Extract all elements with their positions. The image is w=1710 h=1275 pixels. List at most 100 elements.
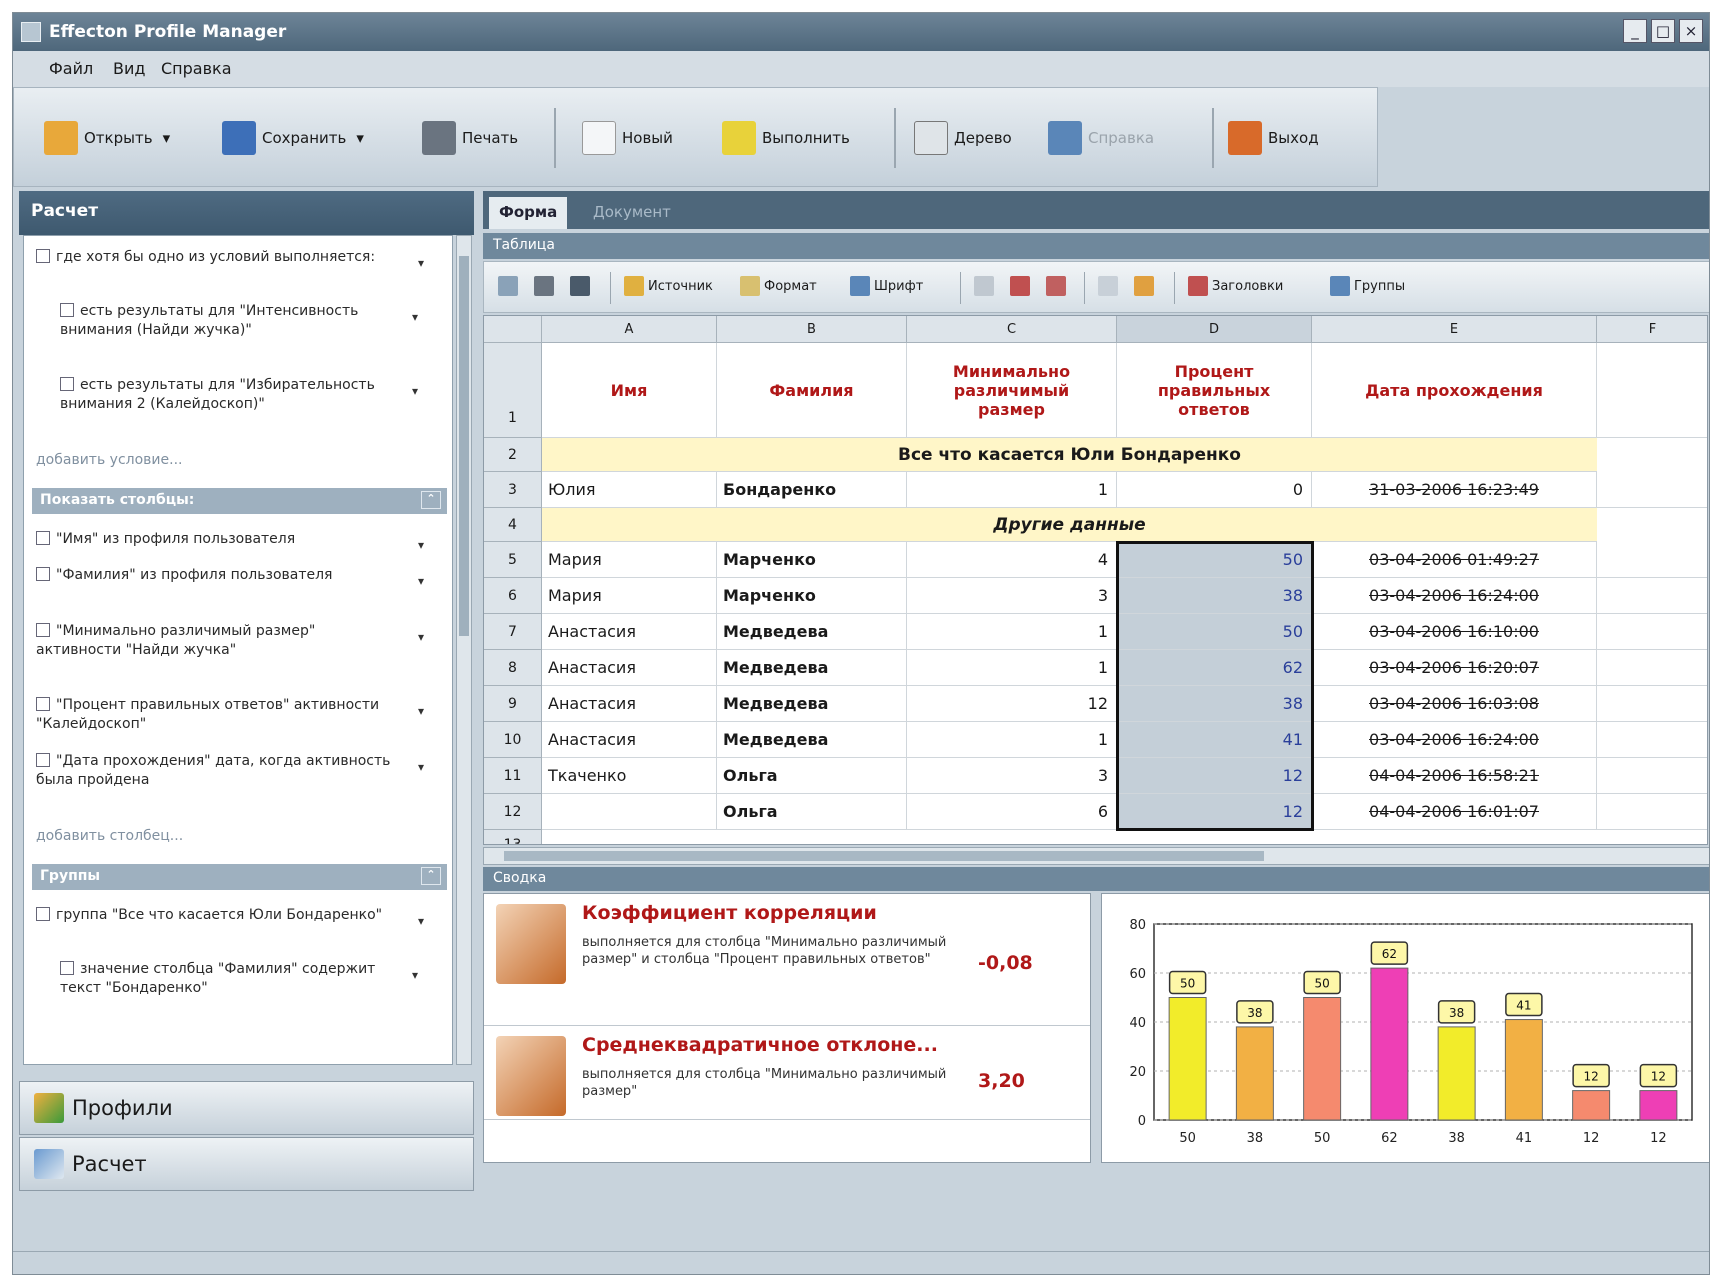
- cell-name[interactable]: Мария: [542, 578, 717, 614]
- chevron-down-icon[interactable]: ▾: [418, 536, 424, 555]
- cell-name[interactable]: [542, 794, 717, 830]
- tab-form[interactable]: Форма: [489, 197, 568, 229]
- add-condition-link[interactable]: добавить условие...: [36, 452, 182, 468]
- grid-cell[interactable]: [1597, 686, 1707, 722]
- menu-help[interactable]: Справка: [161, 59, 232, 78]
- collapse-toggle-icon[interactable]: [36, 907, 50, 921]
- cell-size[interactable]: 3: [907, 578, 1117, 614]
- cell-date[interactable]: 31-03-2006 16:23:49: [1312, 472, 1597, 508]
- close-button[interactable]: ×: [1679, 19, 1703, 43]
- cell-surname[interactable]: Медведева: [717, 722, 907, 758]
- font-button[interactable]: Шрифт: [850, 276, 923, 296]
- col-header-a[interactable]: A: [542, 316, 717, 343]
- collapse-toggle-icon[interactable]: [36, 249, 50, 263]
- row-header[interactable]: 6: [484, 578, 542, 614]
- row-header[interactable]: 8: [484, 650, 542, 686]
- condition-item[interactable]: есть результаты для "Избирательность вни…: [60, 376, 418, 414]
- collapse-toggle-icon[interactable]: [36, 697, 50, 711]
- cell-surname[interactable]: Медведева: [717, 650, 907, 686]
- run-button[interactable]: Выполнить: [722, 118, 850, 158]
- group-row-1[interactable]: Все что касается Юли Бондаренко: [542, 438, 1597, 472]
- menu-view[interactable]: Вид: [113, 59, 145, 78]
- cell-date[interactable]: 04-04-2006 16:01:07: [1312, 794, 1597, 830]
- format-button[interactable]: Формат: [740, 276, 817, 296]
- delete-row-button[interactable]: [1046, 276, 1070, 296]
- copy-button[interactable]: [498, 276, 522, 296]
- cut-button[interactable]: [534, 276, 558, 296]
- cell-percent[interactable]: 12: [1117, 758, 1312, 794]
- cell-percent[interactable]: 38: [1117, 686, 1312, 722]
- chevron-down-icon[interactable]: ▾: [418, 254, 424, 273]
- cell-date[interactable]: 03-04-2006 16:03:08: [1312, 686, 1597, 722]
- cell-percent[interactable]: 0: [1117, 472, 1312, 508]
- chevron-down-icon[interactable]: ▾: [418, 572, 424, 591]
- cell-size[interactable]: 3: [907, 758, 1117, 794]
- cell-date[interactable]: 03-04-2006 16:24:00: [1312, 578, 1597, 614]
- cell-name[interactable]: Юлия: [542, 472, 717, 508]
- collapse-icon[interactable]: ⌃: [421, 867, 441, 885]
- header-cell-size[interactable]: Минимально различимый размер: [907, 343, 1117, 438]
- cell-size[interactable]: 1: [907, 614, 1117, 650]
- collapse-toggle-icon[interactable]: [60, 303, 74, 317]
- cell-date[interactable]: 03-04-2006 01:49:27: [1312, 542, 1597, 578]
- add-column-link[interactable]: добавить столбец...: [36, 828, 183, 844]
- cell-name[interactable]: Мария: [542, 542, 717, 578]
- collapse-icon[interactable]: ⌃: [421, 491, 441, 509]
- tree-button[interactable]: Дерево: [914, 118, 1012, 158]
- cell-surname[interactable]: Марченко: [717, 578, 907, 614]
- cell-name[interactable]: Анастасия: [542, 686, 717, 722]
- groups-button[interactable]: Группы: [1330, 276, 1405, 296]
- row-header[interactable]: 1: [484, 343, 542, 438]
- insert-column-button[interactable]: [974, 276, 998, 296]
- grid-cell[interactable]: [1597, 758, 1707, 794]
- new-button[interactable]: Новый: [582, 118, 673, 158]
- grid-cell[interactable]: [1597, 794, 1707, 830]
- chevron-down-icon[interactable]: ▾: [418, 628, 424, 647]
- cell-name[interactable]: Анастасия: [542, 722, 717, 758]
- column-item[interactable]: "Имя" из профиля пользователя ▾: [36, 530, 424, 552]
- column-item[interactable]: "Дата прохождения" дата, когда активност…: [36, 752, 424, 790]
- cell-percent[interactable]: 41: [1117, 722, 1312, 758]
- col-header-c[interactable]: C: [907, 316, 1117, 343]
- condition-item[interactable]: есть результаты для "Интенсивность внима…: [60, 302, 418, 340]
- chevron-down-icon[interactable]: ▾: [418, 702, 424, 721]
- delete-column-button[interactable]: [1010, 276, 1034, 296]
- row-header[interactable]: 5: [484, 542, 542, 578]
- cell-size[interactable]: 6: [907, 794, 1117, 830]
- source-button[interactable]: Источник: [624, 276, 713, 296]
- open-button[interactable]: Открыть ▾: [44, 118, 170, 158]
- condition-item[interactable]: где хотя бы одно из условий выполняется:…: [36, 248, 424, 270]
- col-header-b[interactable]: B: [717, 316, 907, 343]
- exit-button[interactable]: Выход: [1228, 118, 1319, 158]
- cell-surname[interactable]: Ольга: [717, 794, 907, 830]
- cell-surname[interactable]: Ольга: [717, 758, 907, 794]
- corner-cell[interactable]: [484, 316, 542, 343]
- cell-size[interactable]: 1: [907, 722, 1117, 758]
- paste-button[interactable]: [570, 276, 594, 296]
- column-item[interactable]: "Фамилия" из профиля пользователя ▾: [36, 566, 424, 588]
- collapse-toggle-icon[interactable]: [36, 623, 50, 637]
- cell-date[interactable]: 03-04-2006 16:10:00: [1312, 614, 1597, 650]
- cell-date[interactable]: 04-04-2006 16:58:21: [1312, 758, 1597, 794]
- group-item[interactable]: группа "Все что касается Юли Бондаренко"…: [36, 906, 424, 928]
- grid-cell[interactable]: [1597, 343, 1707, 438]
- grid-cell[interactable]: [1597, 578, 1707, 614]
- cell-percent[interactable]: 50: [1117, 614, 1312, 650]
- grid-cell[interactable]: [1597, 614, 1707, 650]
- cell-date[interactable]: 03-04-2006 16:24:00: [1312, 722, 1597, 758]
- left-panel-scrollbar[interactable]: [456, 235, 472, 1065]
- row-header[interactable]: 13: [484, 830, 542, 844]
- col-header-d[interactable]: D: [1117, 316, 1312, 343]
- row-header[interactable]: 9: [484, 686, 542, 722]
- scrollbar-thumb[interactable]: [459, 256, 469, 636]
- collapse-toggle-icon[interactable]: [36, 531, 50, 545]
- maximize-button[interactable]: □: [1651, 19, 1675, 43]
- nav-profiles[interactable]: Профили: [19, 1081, 474, 1135]
- chevron-down-icon[interactable]: ▾: [356, 129, 364, 147]
- row-header[interactable]: 3: [484, 472, 542, 508]
- chevron-down-icon[interactable]: ▾: [163, 129, 171, 147]
- row-header[interactable]: 7: [484, 614, 542, 650]
- collapse-toggle-icon[interactable]: [36, 567, 50, 581]
- columns-section-header[interactable]: Показать столбцы: ⌃: [32, 488, 447, 514]
- header-cell-date[interactable]: Дата прохождения: [1312, 343, 1597, 438]
